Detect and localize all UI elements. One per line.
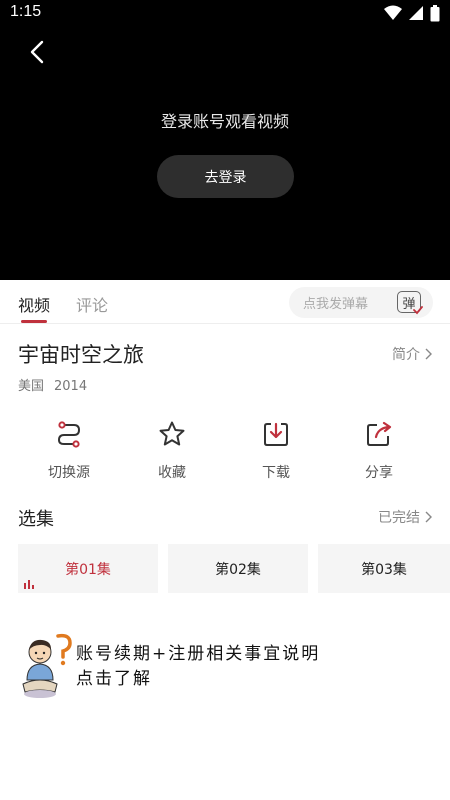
- episode-item[interactable]: 第01集: [18, 544, 158, 593]
- tabs-divider: [0, 323, 450, 324]
- intro-link[interactable]: 简介: [392, 344, 432, 364]
- episode-label: 第02集: [215, 561, 261, 578]
- tab-video[interactable]: 视频: [18, 292, 50, 316]
- episode-item[interactable]: 第03集: [318, 544, 450, 593]
- bottom-spacer: [0, 790, 450, 800]
- switch-source-button[interactable]: 切换源: [19, 420, 119, 482]
- intro-label: 简介: [392, 347, 420, 363]
- episode-item[interactable]: 第02集: [168, 544, 308, 593]
- action-bar: 切换源 收藏 下载 分享: [0, 420, 450, 482]
- notice-text: 账号续期+注册相关事宜说明 点击了解: [76, 642, 320, 692]
- danmu-input[interactable]: 点我发弹幕: [289, 287, 387, 318]
- account-notice-banner[interactable]: 账号续期+注册相关事宜说明 点击了解: [18, 632, 418, 702]
- switch-source-label: 切换源: [48, 465, 90, 481]
- login-prompt: 登录账号观看视频: [160, 112, 289, 131]
- show-region: 美国: [18, 379, 45, 394]
- tab-comments[interactable]: 评论: [76, 292, 108, 316]
- download-button[interactable]: 下载: [226, 420, 326, 482]
- chevron-right-icon: [425, 348, 432, 360]
- content-tabs: 视频 评论 点我发弹幕 弹: [0, 280, 450, 324]
- episode-label: 第03集: [361, 561, 407, 578]
- back-arrow-icon[interactable]: [24, 38, 52, 66]
- episodes-status-link[interactable]: 已完结: [378, 507, 432, 527]
- favorite-button[interactable]: 收藏: [122, 420, 222, 482]
- check-icon: [413, 306, 423, 315]
- wifi-icon: [384, 5, 402, 20]
- episode-label: 第01集: [65, 561, 111, 578]
- share-icon: [367, 421, 392, 446]
- signal-icon: [409, 6, 423, 20]
- show-meta: 美国 2014: [18, 375, 87, 394]
- switch-source-icon: [57, 421, 81, 448]
- star-icon: [159, 421, 185, 446]
- download-label: 下载: [262, 465, 290, 481]
- notice-line-2: 点击了解: [76, 669, 152, 689]
- thinking-kid-illustration: [22, 633, 72, 698]
- notice-line-1: 账号续期+注册相关事宜说明: [76, 644, 321, 664]
- battery-icon: [430, 4, 440, 21]
- login-button[interactable]: 去登录: [157, 155, 294, 198]
- show-year: 2014: [54, 379, 88, 394]
- playing-indicator-icon: [24, 580, 34, 589]
- status-time: 1:15: [10, 3, 42, 20]
- video-player[interactable]: 1:15 登录账号观看视频 去登录: [0, 0, 450, 280]
- favorite-label: 收藏: [158, 465, 186, 481]
- show-title: 宇宙时空之旅: [18, 343, 144, 367]
- chevron-right-icon: [425, 511, 432, 523]
- download-icon: [264, 422, 288, 446]
- danmu-toggle-button[interactable]: 弹: [387, 287, 433, 318]
- episodes-heading: 选集: [18, 509, 54, 530]
- status-bar: 1:15: [0, 0, 450, 28]
- share-button[interactable]: 分享: [329, 420, 429, 482]
- status-icons: [384, 4, 440, 22]
- episodes-status: 已完结: [378, 510, 420, 526]
- share-label: 分享: [365, 465, 393, 481]
